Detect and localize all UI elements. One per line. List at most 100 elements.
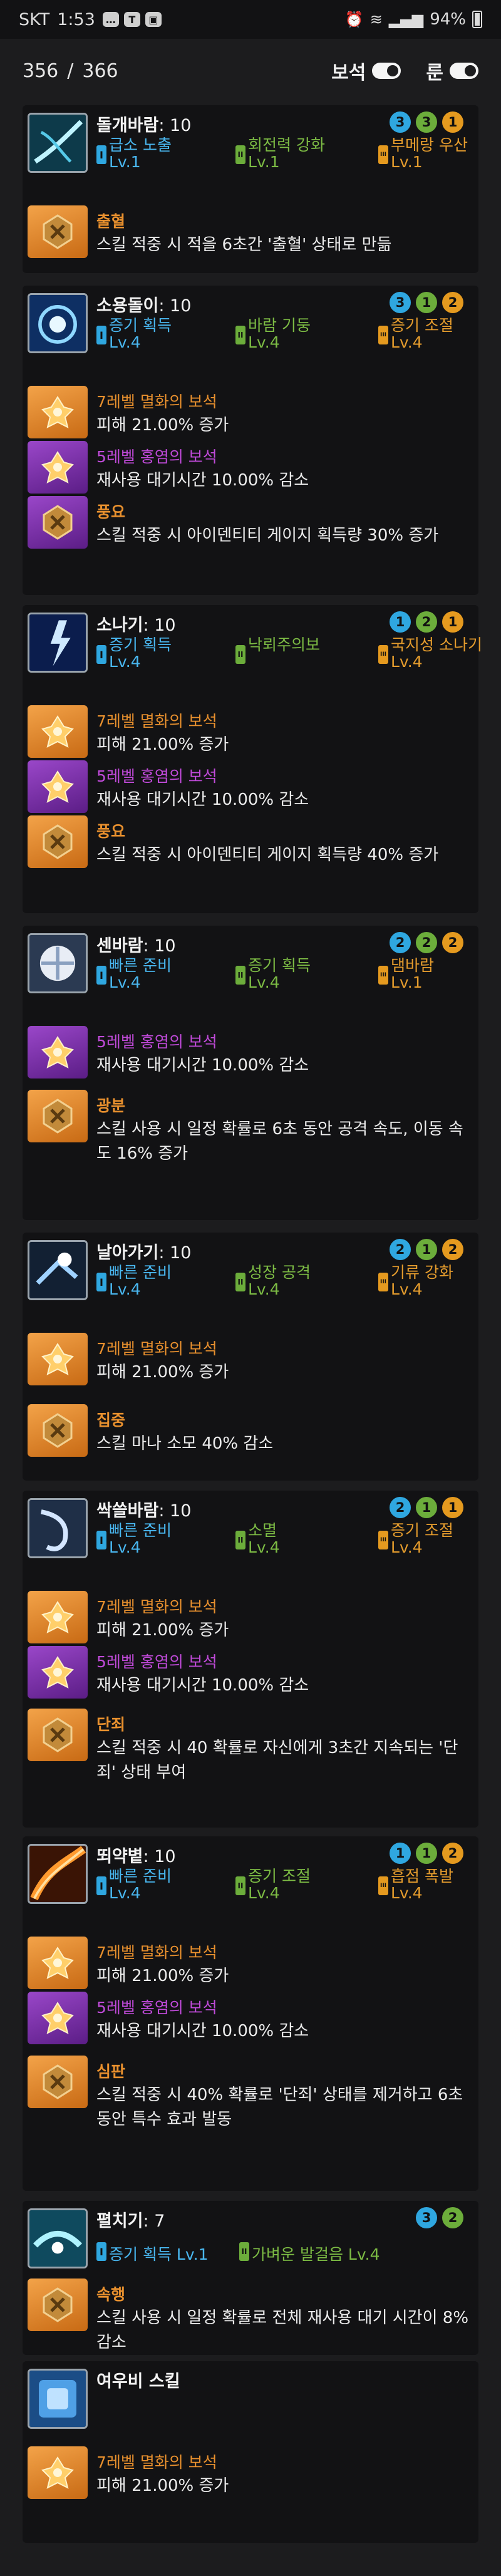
tripod-level: Lv.1 [109, 153, 141, 171]
gem-effect: 재사용 대기시간 10.00% 감소 [96, 1056, 309, 1075]
skill-icon [28, 1240, 88, 1300]
tripod-name: 회전력 강화 [248, 136, 325, 154]
skill-level: : 7 [143, 2211, 165, 2231]
rune-effect: 스킬 사용 시 일정 확률로 6초 동안 공격 속도, 이동 속도 16% 증가 [96, 1120, 463, 1163]
rune-icon [28, 1090, 88, 1142]
rune-row: 단죄 스킬 적중 시 40 확률로 자신에게 3초간 지속되는 '단죄' 상태 부… [23, 1706, 478, 1789]
rune-toggle-switch[interactable] [450, 63, 478, 79]
tripod-badge-1: 3 [390, 292, 411, 313]
tripod-3: III 국지성 소나기 Lv.4 [378, 631, 497, 673]
tripod-name: 기류 강화 [391, 1263, 453, 1281]
tripod-2: II 소멸 Lv.4 [235, 1517, 354, 1558]
tripod-name: 바람 기둥 [248, 316, 311, 334]
gem-toggle-switch[interactable] [372, 63, 401, 79]
rune-row: 심판스킬 적중 시 40% 확률로 '단죄' 상태를 제거하고 6초 동안 특수… [23, 2053, 478, 2136]
tripod-level: Lv.4 [109, 973, 141, 991]
gem-effect: 피해 21.00% 증가 [96, 1621, 229, 1640]
tripod-name: 국지성 소나기 [391, 636, 482, 654]
tripod-badge-1: 3 [416, 2207, 437, 2228]
tripod-name: 증기 획득 Lv.1 [109, 2245, 209, 2263]
gem-toggle[interactable]: 보석 [331, 57, 401, 85]
tripod-name: 증기 획득 [109, 316, 172, 334]
tripod-name: 증기 조절 [248, 1867, 311, 1885]
tripod-name: 성장 공격 [248, 1263, 311, 1281]
tripod-level: Lv.4 [109, 1538, 141, 1556]
rune-name: 출혈 [96, 212, 126, 230]
tripod-tier-marker: II [235, 145, 245, 164]
tripod-name: 빠른 준비 [109, 1263, 172, 1281]
skill-card[interactable]: 싹쓸바람: 10 2 1 1 I 빠른 준비 Lv.4 II 소멸 Lv.4 III 증기 조절 Lv.… [23, 1491, 478, 1828]
skill-card[interactable]: 날아가기: 10 2 1 2 I 빠른 준비 Lv.4 II 성장 공격 Lv.4 III 기류 강화… [23, 1233, 478, 1481]
tripod-2: II 낙뢰주의보 [235, 631, 354, 673]
wifi-icon: ≋ [369, 11, 383, 28]
tripod-tier-marker: II [235, 1876, 245, 1895]
rune-row: 속행 스킬 사용 시 일정 확률로 전체 재사용 대기 시간이 8% 감소 [23, 2276, 478, 2359]
talk-icon: T [123, 12, 140, 27]
tripod-3: III 댐바람 Lv.1 [378, 952, 497, 993]
tripod-badges: 121 [390, 611, 463, 633]
rune-toggle[interactable]: 룬 [426, 57, 478, 85]
tripod-level: Lv.4 [109, 1280, 141, 1298]
gem-icon [28, 705, 88, 758]
rune-row: 출혈 스킬 적중 시 적을 6초간 '출혈' 상태로 만듦 [23, 203, 478, 261]
tripod-badge-1: 2 [390, 1239, 411, 1260]
tripod-badges: 211 [390, 1497, 463, 1518]
gem-effect: 재사용 대기시간 10.00% 감소 [96, 790, 309, 809]
skill-card-header: 뙤약볕: 10 1 1 2 I 빠른 준비 Lv.4 II 증기 조절 Lv.4 III 흡점 폭발 L… [23, 1836, 478, 1911]
tripod-level: Lv.4 [391, 653, 423, 671]
tripod-level: Lv.4 [248, 973, 280, 991]
skill-card[interactable]: 뙤약볕: 10 1 1 2 I 빠른 준비 Lv.4 II 증기 조절 Lv.4 III 흡점 폭발 L… [23, 1836, 478, 2191]
skill-card[interactable]: 소나기: 10 1 2 1 I 증기 획득 Lv.4 II 낙뢰주의보 III 국지성 소나기 Lv.… [23, 605, 482, 913]
tripod-badge-2: 1 [416, 1239, 437, 1260]
gem-row: 5레벨 홍염의 보석재사용 대기시간 10.00% 감소 [23, 758, 478, 815]
tripod-tier-marker: III [378, 645, 388, 664]
skill-card[interactable]: 소용돌이: 10 3 1 2 I 증기 획득 Lv.4 II 바람 기둥 Lv.4 III 증기 조절… [23, 286, 478, 595]
tripod-tier-marker: III [378, 145, 388, 164]
tripod-name: 빠른 준비 [109, 1867, 172, 1885]
rune-name: 심판 [96, 2062, 126, 2081]
tripod-badge-2: 2 [416, 611, 437, 633]
gem-row: 5레벨 홍염의 보석 재사용 대기시간 10.00% 감소 [23, 438, 478, 496]
tripod-badge-2: 1 [416, 1843, 437, 1864]
gem-effect: 재사용 대기시간 10.00% 감소 [96, 1676, 309, 1695]
skill-card[interactable]: 여우비 스킬 7레벨 멸화의 보석 피해 21.00% 증가 [23, 2361, 478, 2543]
tripod-3: III 증기 조절 Lv.4 [378, 1517, 497, 1558]
tripod-tier-marker: II [235, 1273, 245, 1291]
rune-effect: 스킬 적중 시 40% 확률로 '단죄' 상태를 제거하고 6초 동안 특수 효… [96, 2086, 463, 2129]
skill-card[interactable]: 센바람: 10 2 2 2 I 빠른 준비 Lv.4 II 증기 획득 Lv.4 III 댐바람 Lv.… [23, 926, 478, 1220]
skill-card[interactable]: 펼치기: 7 3 2 I 증기 획득 Lv.1 II 가벼운 발걸음 Lv.4 속행 스킬 사용… [23, 2201, 478, 2355]
tripod-2: II 회전력 강화 Lv.1 [235, 132, 354, 173]
tripod-tier-marker: I [96, 326, 106, 344]
tripod-tier-marker: I [96, 1531, 106, 1549]
points-separator: / [67, 59, 74, 82]
gem-icon [28, 386, 88, 438]
tripod-badges: 32 [416, 2207, 463, 2228]
tripod-3: III 기류 강화 Lv.4 [378, 1259, 497, 1300]
rune-icon [28, 496, 88, 549]
rune-effect: 스킬 마나 소모 40% 감소 [96, 1434, 274, 1453]
gem-icon [28, 441, 88, 494]
gem-icon [28, 760, 88, 813]
skill-card-header: 센바람: 10 2 2 2 I 빠른 준비 Lv.4 II 증기 획득 Lv.4 III 댐바람 Lv.… [23, 926, 478, 1001]
rune-effect: 스킬 사용 시 일정 확률로 전체 재사용 대기 시간이 8% 감소 [96, 2309, 469, 2352]
tripod-badges: 212 [390, 1239, 463, 1260]
gem-name: 7레벨 멸화의 보석 [96, 1598, 217, 1616]
gem-row: 5레벨 홍염의 보석 재사용 대기시간 10.00% 감소 [23, 1643, 478, 1701]
rune-icon [28, 1404, 88, 1457]
tripod-name: 부메랑 우산 [391, 136, 468, 154]
tripod-name: 증기 획득 [109, 636, 172, 654]
tripod-level: Lv.4 [391, 1538, 423, 1556]
skill-name: 펼치기: 7 [96, 2207, 165, 2232]
tripod-badge-3: 1 [442, 611, 463, 633]
skill-icon [28, 1498, 88, 1558]
tripod-3: III 흡점 폭발 Lv.4 [378, 1863, 497, 1904]
tripod-1: I 증기 획득 Lv.4 [96, 312, 215, 353]
gem-name: 5레벨 홍염의 보석 [96, 1033, 217, 1051]
skill-card[interactable]: 돌개바람: 10 3 3 1 I 급소 노출 Lv.1 II 회전력 강화 Lv.1 III 부메랑 … [23, 105, 478, 273]
gem-name: 7레벨 멸화의 보석 [96, 1340, 217, 1358]
tripod-badge-1: 1 [390, 1843, 411, 1864]
skill-icon [28, 293, 88, 353]
gem-name: 5레벨 홍염의 보석 [96, 767, 217, 785]
gem-icon [28, 1333, 88, 1385]
gem-icon [28, 1992, 88, 2044]
